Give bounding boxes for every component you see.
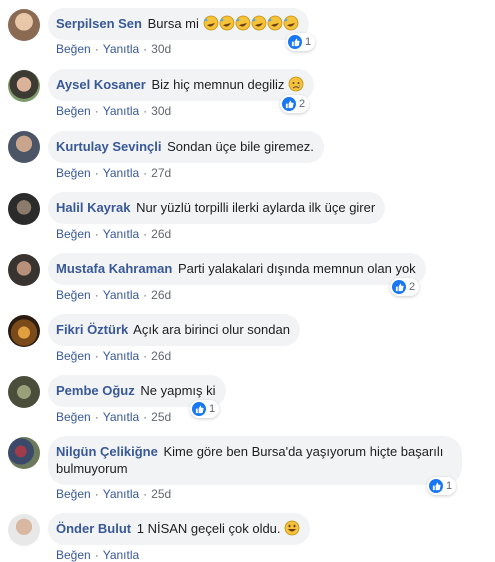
timestamp[interactable]: 27d bbox=[151, 166, 171, 180]
rofl-emoji-icon bbox=[203, 15, 298, 31]
reaction-count[interactable]: 2 bbox=[280, 95, 310, 113]
reaction-count[interactable]: 2 bbox=[390, 278, 420, 296]
comment-text: Biz hiç memnun degiliz bbox=[151, 77, 285, 92]
avatar[interactable] bbox=[8, 70, 40, 102]
comment-bubble: Serpilsen Sen Bursa mi bbox=[48, 8, 309, 40]
comment-actions: Beğen · Yanıtla · 27d bbox=[56, 166, 172, 180]
avatar[interactable] bbox=[8, 131, 40, 163]
reply-link[interactable]: Yanıtla bbox=[103, 104, 139, 118]
reaction-number: 1 bbox=[209, 403, 216, 415]
comment-text: Parti yalakalari dışında memnun olan yok bbox=[177, 261, 416, 276]
timestamp[interactable]: 26d bbox=[151, 288, 171, 302]
like-link[interactable]: Beğen bbox=[56, 288, 91, 302]
timestamp[interactable]: 26d bbox=[151, 227, 171, 241]
reply-link[interactable]: Yanıtla bbox=[103, 487, 139, 501]
like-icon bbox=[282, 97, 296, 111]
comment-text: Sondan üçe bile giremez. bbox=[167, 139, 314, 154]
reaction-number: 2 bbox=[299, 98, 306, 110]
avatar[interactable] bbox=[8, 9, 40, 41]
comment-author[interactable]: Kurtulay Sevinçli bbox=[56, 139, 161, 154]
comment-bubble: Nilgün Çelikiğne Kime göre ben Bursa'da … bbox=[48, 436, 462, 485]
comment-bubble: Halil Kayrak Nur yüzlü torpilli ilerki a… bbox=[48, 192, 386, 224]
like-icon bbox=[392, 280, 406, 294]
reaction-count[interactable]: 1 bbox=[286, 33, 316, 51]
comment-bubble: Önder Bulut 1 NİSAN geçeli çok oldu. bbox=[48, 513, 311, 545]
avatar[interactable] bbox=[8, 514, 40, 546]
comment-author[interactable]: Önder Bulut bbox=[56, 521, 131, 536]
reply-link[interactable]: Yanıtla bbox=[103, 227, 139, 241]
like-link[interactable]: Beğen bbox=[56, 548, 91, 562]
timestamp[interactable]: 25d bbox=[151, 410, 171, 424]
reply-link[interactable]: Yanıtla bbox=[103, 166, 139, 180]
grin-emoji-icon bbox=[284, 520, 300, 536]
like-icon bbox=[429, 479, 443, 493]
reply-link[interactable]: Yanıtla bbox=[103, 42, 139, 56]
avatar[interactable] bbox=[8, 376, 40, 408]
like-link[interactable]: Beğen bbox=[56, 166, 91, 180]
comment-actions: Beğen · Yanıtla · 30d bbox=[56, 104, 172, 118]
reaction-number: 1 bbox=[305, 36, 312, 48]
avatar[interactable] bbox=[8, 437, 40, 469]
comment-author[interactable]: Mustafa Kahraman bbox=[56, 261, 172, 276]
reply-link[interactable]: Yanıtla bbox=[103, 349, 139, 363]
comment-actions: Beğen · Yanıtla · 26d bbox=[56, 288, 172, 302]
comment-text: Nur yüzlü torpilli ilerki aylarda ilk üç… bbox=[136, 200, 376, 215]
timestamp[interactable]: 26d bbox=[151, 349, 171, 363]
reaction-count[interactable]: 1 bbox=[190, 400, 220, 418]
rofl-emoji-group bbox=[203, 15, 299, 31]
comment-author[interactable]: Aysel Kosaner bbox=[56, 77, 146, 92]
like-link[interactable]: Beğen bbox=[56, 410, 91, 424]
comment-text: Ne yapmış ki bbox=[140, 383, 216, 398]
comment-actions: Beğen · Yanıtla · 26d bbox=[56, 349, 172, 363]
avatar[interactable] bbox=[8, 315, 40, 347]
comment-actions: Beğen · Yanıtla · 25d bbox=[56, 410, 172, 424]
reaction-number: 2 bbox=[409, 281, 416, 293]
timestamp[interactable]: 30d bbox=[151, 42, 171, 56]
avatar[interactable] bbox=[8, 254, 40, 286]
reply-link[interactable]: Yanıtla bbox=[103, 410, 139, 424]
comment-actions: Beğen · Yanıtla · 25d bbox=[56, 487, 172, 501]
like-icon bbox=[192, 402, 206, 416]
comment-author[interactable]: Pembe Oğuz bbox=[56, 383, 135, 398]
reply-link[interactable]: Yanıtla bbox=[103, 548, 139, 562]
comment-author[interactable]: Serpilsen Sen bbox=[56, 16, 142, 31]
comment-actions: Beğen · Yanıtla bbox=[56, 548, 140, 562]
like-link[interactable]: Beğen bbox=[56, 227, 91, 241]
comment-author[interactable]: Nilgün Çelikiğne bbox=[56, 444, 158, 459]
like-link[interactable]: Beğen bbox=[56, 487, 91, 501]
comment-bubble: Aysel Kosaner Biz hiç memnun degiliz bbox=[48, 69, 315, 101]
sad-face-icon bbox=[288, 76, 304, 92]
like-icon bbox=[288, 35, 302, 49]
timestamp[interactable]: 30d bbox=[151, 104, 171, 118]
comment-author[interactable]: Fikri Öztürk bbox=[56, 322, 128, 337]
reaction-number: 1 bbox=[446, 480, 453, 492]
comment-text: Bursa mi bbox=[147, 16, 199, 31]
reply-link[interactable]: Yanıtla bbox=[103, 288, 139, 302]
comment-text: Açık ara birinci olur sondan bbox=[133, 322, 290, 337]
like-link[interactable]: Beğen bbox=[56, 42, 91, 56]
like-link[interactable]: Beğen bbox=[56, 104, 91, 118]
comment-bubble: Kurtulay Sevinçli Sondan üçe bile gireme… bbox=[48, 131, 324, 163]
comment-text: 1 NİSAN geçeli çok oldu. bbox=[136, 521, 281, 536]
comment-actions: Beğen · Yanıtla · 26d bbox=[56, 227, 172, 241]
avatar[interactable] bbox=[8, 193, 40, 225]
reaction-count[interactable]: 1 bbox=[427, 477, 457, 495]
like-link[interactable]: Beğen bbox=[56, 349, 91, 363]
comment-actions: Beğen · Yanıtla · 30d bbox=[56, 42, 172, 56]
comment-author[interactable]: Halil Kayrak bbox=[56, 200, 130, 215]
comment-bubble: Mustafa Kahraman Parti yalakalari dışınd… bbox=[48, 253, 426, 285]
timestamp[interactable]: 25d bbox=[151, 487, 171, 501]
comment-bubble: Fikri Öztürk Açık ara birinci olur sonda… bbox=[48, 314, 300, 346]
